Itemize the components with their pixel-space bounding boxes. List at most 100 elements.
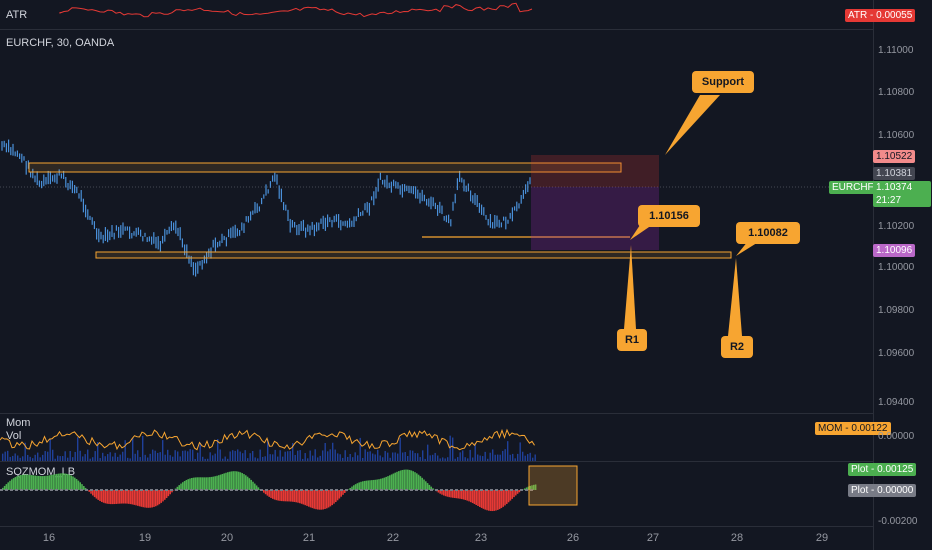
volume-bar [284, 451, 286, 461]
volume-bar [289, 451, 291, 461]
momentum-bar [144, 490, 146, 508]
volume-bar [279, 450, 281, 461]
momentum-bar [111, 490, 114, 505]
r2-callout[interactable]: R2 [721, 336, 753, 358]
volume-bar [192, 449, 194, 461]
volume-bar [134, 453, 136, 461]
momentum-bar [74, 477, 76, 490]
r1-callout[interactable]: R1 [617, 329, 647, 351]
momentum-bar [282, 490, 285, 502]
momentum-bar [477, 490, 479, 506]
momentum-bar [104, 490, 107, 504]
momentum-bar [484, 490, 486, 510]
pane-separator [0, 461, 932, 462]
momentum-bar [333, 490, 335, 504]
volume-bar [217, 439, 219, 461]
momentum-bar [524, 488, 526, 490]
momentum-bar [455, 490, 458, 499]
support-zone[interactable] [95, 251, 732, 259]
volume-bar [299, 450, 301, 461]
momentum-bar [432, 488, 434, 490]
momentum-bar [156, 490, 159, 506]
sqz-highlight-box [528, 465, 578, 506]
momentum-bar [230, 471, 233, 490]
volume-bar [334, 449, 336, 461]
momentum-bar [317, 490, 319, 510]
volume-bar [149, 453, 151, 461]
momentum-bar [277, 490, 279, 501]
momentum-bar [124, 490, 126, 504]
momentum-bar [516, 490, 519, 494]
momentum-bar [95, 490, 98, 499]
momentum-bar [475, 490, 477, 505]
momentum-bar [362, 481, 364, 490]
vol-label: Vol [6, 430, 22, 442]
momentum-bar [126, 490, 128, 504]
volume-bar [527, 454, 529, 461]
support-callout[interactable]: Support [692, 71, 754, 93]
volume-bar [517, 453, 519, 461]
momentum-bar [77, 480, 80, 490]
momentum-bar [245, 475, 247, 490]
momentum-bar [326, 490, 328, 509]
momentum-bar [507, 490, 510, 503]
momentum-bar [295, 490, 297, 503]
volume-bar [189, 449, 191, 461]
volume-bar [69, 451, 71, 461]
volume-bar [214, 453, 216, 461]
momentum-bar [286, 490, 288, 502]
momentum-bar [201, 477, 204, 490]
momentum-bar [151, 490, 153, 508]
momentum-bar [218, 475, 220, 490]
momentum-bar [491, 490, 494, 512]
momentum-bar [83, 486, 85, 490]
momentum-bar [383, 477, 386, 490]
volume-bar [349, 454, 351, 461]
time-tick: 26 [566, 532, 580, 544]
volume-bar [507, 441, 509, 461]
momentum-bar [198, 477, 200, 490]
momentum-bar [349, 487, 351, 490]
volume-bar [492, 449, 494, 461]
volume-bar [337, 453, 339, 461]
volume-bar [77, 437, 79, 461]
r2-price-callout[interactable]: 1.10082 [736, 222, 800, 244]
volume-bar [322, 450, 324, 461]
momentum-bar [268, 490, 270, 497]
momentum-bar [504, 490, 506, 506]
volume-bar [434, 452, 436, 461]
momentum-bar [243, 474, 245, 490]
momentum-bar [421, 477, 423, 490]
volume-bar [364, 449, 366, 461]
momentum-bar [102, 490, 105, 503]
price-tick: 1.10800 [878, 87, 915, 98]
momentum-bar [318, 490, 321, 510]
momentum-bar [270, 490, 272, 498]
r1-price-callout[interactable]: 1.10156 [638, 205, 700, 227]
volume-bar [49, 438, 51, 461]
momentum-bar [185, 479, 188, 490]
momentum-bar [38, 475, 40, 490]
volume-bar [489, 452, 491, 461]
momentum-bar [515, 490, 517, 496]
price-tick: 1.10200 [878, 221, 915, 232]
momentum-bar [466, 490, 468, 501]
momentum-bar [389, 475, 391, 490]
volume-bar [287, 451, 289, 461]
volume-bar [267, 439, 269, 461]
momentum-bar [187, 479, 189, 490]
plot1-badge: Plot - 0.00125 [848, 463, 917, 476]
momentum-bar [158, 490, 161, 505]
momentum-bar [239, 472, 242, 490]
momentum-bar [308, 490, 310, 507]
momentum-bar [281, 490, 283, 502]
momentum-bar [531, 485, 533, 490]
momentum-bar [365, 480, 368, 490]
momentum-bar [426, 483, 429, 490]
momentum-bar [380, 478, 382, 490]
momentum-bar [327, 490, 330, 508]
volume-bar [94, 451, 96, 461]
position-box-stop[interactable] [531, 155, 659, 187]
momentum-bar [376, 479, 378, 490]
momentum-bar [419, 476, 422, 490]
